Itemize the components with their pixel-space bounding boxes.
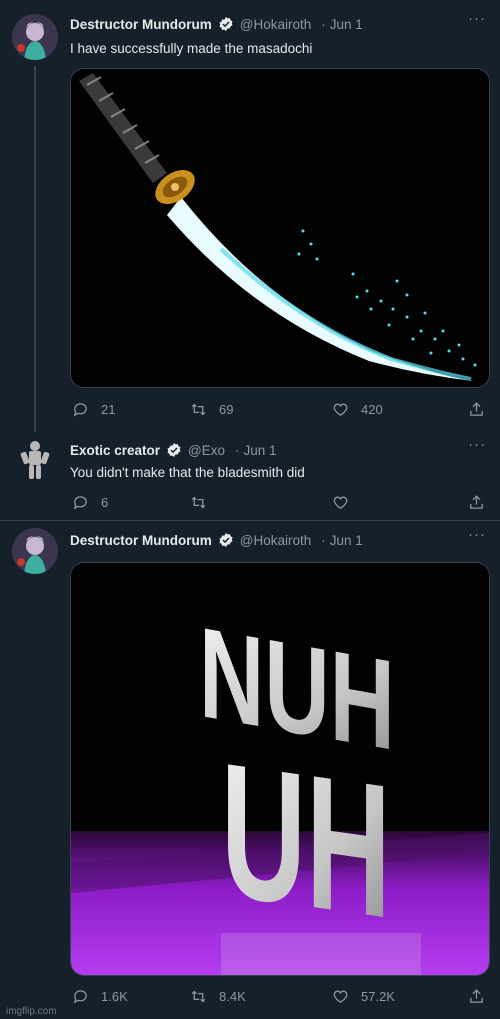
- display-name[interactable]: Destructor Mundorum: [70, 17, 212, 32]
- heart-icon: [333, 990, 348, 1003]
- retweet-icon: [191, 990, 206, 1003]
- verified-badge-icon: [166, 442, 182, 458]
- avatar[interactable]: [12, 528, 58, 574]
- like-count: 57.2K: [361, 989, 395, 1004]
- tweet-actions: 6: [70, 494, 490, 514]
- tweet-text: I have successfully made the masadochi: [70, 41, 313, 56]
- reply-button[interactable]: 21: [72, 401, 115, 418]
- tweet-media-nuh-uh[interactable]: NUH UH: [70, 562, 490, 976]
- retweet-icon: [191, 496, 206, 509]
- share-button[interactable]: [468, 988, 485, 1005]
- tweet-actions: 21 69 420: [70, 401, 490, 421]
- share-button[interactable]: [468, 401, 485, 418]
- more-icon[interactable]: ···: [468, 526, 486, 543]
- heart-icon: [333, 496, 348, 509]
- tweet-date[interactable]: Jun 1: [330, 17, 363, 32]
- tweet-media-katana[interactable]: [70, 68, 490, 388]
- media-text-uh: UH: [221, 723, 391, 959]
- separator-dot: ·: [321, 532, 326, 548]
- share-icon: [470, 495, 483, 509]
- tweet-divider: [0, 520, 500, 521]
- retweet-icon: [191, 403, 206, 416]
- retweet-button[interactable]: [190, 494, 207, 511]
- tweet-text: You didn't make that the bladesmith did: [70, 465, 305, 480]
- user-handle[interactable]: @Exo: [188, 443, 225, 458]
- reply-icon: [73, 403, 87, 417]
- verified-badge-icon: [218, 16, 234, 32]
- like-button[interactable]: 420: [332, 401, 383, 418]
- more-icon[interactable]: ···: [468, 436, 486, 453]
- user-handle[interactable]: @Hokairoth: [240, 533, 311, 548]
- separator-dot: ·: [235, 442, 240, 458]
- retweet-button[interactable]: 8.4K: [190, 988, 246, 1005]
- user-handle[interactable]: @Hokairoth: [240, 17, 311, 32]
- like-button[interactable]: [332, 494, 349, 511]
- like-count: 420: [361, 402, 383, 417]
- share-button[interactable]: [468, 494, 485, 511]
- reply-count: 6: [101, 495, 109, 510]
- tweet-1[interactable]: Destructor Mundorum @Hokairoth · Jun 1 ·…: [0, 0, 500, 430]
- tweet-2[interactable]: Exotic creator @Exo · Jun 1 ··· You didn…: [0, 432, 500, 520]
- reply-button[interactable]: 1.6K: [72, 988, 128, 1005]
- tweet-date[interactable]: Jun 1: [330, 533, 363, 548]
- reply-count: 21: [101, 402, 116, 417]
- reply-icon: [73, 496, 87, 510]
- reply-icon: [73, 990, 87, 1004]
- tweet-3[interactable]: Destructor Mundorum @Hokairoth · Jun 1 ·…: [0, 522, 500, 1019]
- avatar[interactable]: [12, 436, 58, 482]
- verified-badge-icon: [218, 532, 234, 548]
- reply-button[interactable]: 6: [72, 494, 108, 511]
- tweet-actions: 1.6K 8.4K 57.2K: [70, 988, 490, 1008]
- retweet-count: 8.4K: [219, 989, 246, 1004]
- share-icon: [470, 989, 483, 1003]
- retweet-count: 69: [219, 402, 234, 417]
- display-name[interactable]: Exotic creator: [70, 443, 160, 458]
- display-name[interactable]: Destructor Mundorum: [70, 533, 212, 548]
- heart-icon: [333, 403, 348, 416]
- reply-count: 1.6K: [101, 989, 128, 1004]
- watermark-text: imgflip.com: [6, 1006, 57, 1017]
- separator-dot: ·: [321, 16, 326, 32]
- avatar[interactable]: [12, 14, 58, 60]
- like-button[interactable]: 57.2K: [332, 988, 395, 1005]
- share-icon: [470, 402, 483, 416]
- more-icon[interactable]: ···: [468, 10, 486, 27]
- tweet-date[interactable]: Jun 1: [244, 443, 277, 458]
- retweet-button[interactable]: 69: [190, 401, 233, 418]
